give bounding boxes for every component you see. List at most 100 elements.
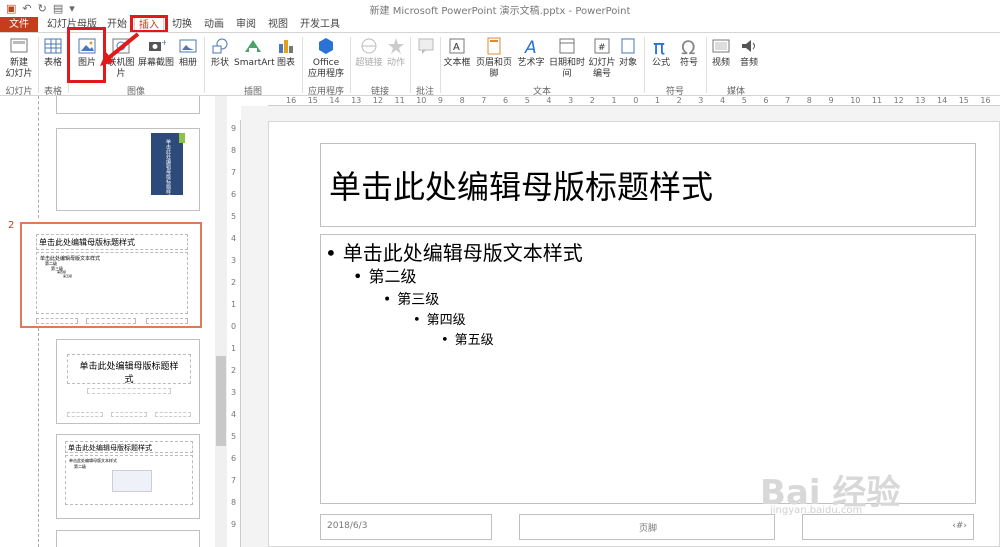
tab-developer[interactable]: 开发工具 [298, 17, 342, 32]
datetime-button[interactable]: 日期和时间 [546, 36, 588, 80]
connector-line [38, 96, 39, 126]
tab-transitions[interactable]: 切换 [168, 17, 196, 32]
ruler-label: 8 [231, 498, 237, 507]
connector-line [38, 328, 39, 547]
photo-album-icon [179, 39, 197, 53]
new-slide-button[interactable]: 新建 幻灯片 [4, 36, 34, 80]
slide-number-button[interactable]: # 幻灯片 编号 [588, 36, 616, 80]
ruler-label: 5 [741, 96, 747, 105]
equation-button[interactable]: π 公式 [648, 36, 674, 69]
smartart-button[interactable]: SmartArt [234, 36, 275, 69]
shapes-button[interactable]: 形状 [208, 36, 232, 69]
textbox-icon: A [449, 38, 465, 54]
ruler-label: 6 [231, 454, 237, 463]
ruler-label: 2 [676, 96, 682, 105]
ruler-label: 15 [958, 96, 969, 105]
symbol-icon: Ω [681, 37, 696, 56]
ruler-label: 13 [915, 96, 926, 105]
ruler-label: 7 [231, 476, 237, 485]
title-placeholder[interactable]: 单击此处编辑母版标题样式 [320, 143, 976, 227]
vertical-ruler: 9 8 7 6 5 4 3 2 1 0 1 2 3 4 5 6 7 8 9 [231, 120, 241, 547]
ruler-label: 4 [720, 96, 726, 105]
tab-view[interactable]: 视图 [264, 17, 292, 32]
action-button[interactable]: 动作 [384, 36, 408, 69]
comment-button[interactable] [414, 36, 438, 58]
ruler-label: 6 [763, 96, 769, 105]
audio-icon [742, 40, 755, 52]
header-footer-icon [487, 37, 501, 55]
shapes-icon [212, 38, 228, 54]
wordart-button[interactable]: A 艺术字 [516, 36, 546, 69]
tab-animations[interactable]: 动画 [200, 17, 228, 32]
ruler-label: 12 [893, 96, 904, 105]
thumbnail-picture-placeholder [112, 470, 152, 492]
ruler-label: 9 [828, 96, 834, 105]
audio-button[interactable]: 音频 [736, 36, 762, 69]
footer-placeholder[interactable]: 页脚 [519, 514, 775, 540]
ruler-label: 14 [329, 96, 340, 105]
scrollbar-thumb[interactable] [216, 356, 226, 446]
chart-button[interactable]: 图表 [274, 36, 298, 69]
textbox-button[interactable]: A 文本框 [442, 36, 472, 69]
thumbnail-1[interactable]: 单击此处编辑母版标题样式 [56, 128, 200, 211]
body-placeholder[interactable]: 单击此处编辑母版文本样式 第二级 第三级 第四级 第五级 [320, 234, 976, 504]
object-icon [621, 38, 635, 54]
thumbnail-2[interactable]: 单击此处编辑母版标题样式 单击此处编辑母版文本样式 第二级 第三级 第四级 第五… [20, 222, 202, 328]
wordart-icon: A [524, 38, 537, 56]
thumbnail-vertical-title: 单击此处编辑母版标题样式 [165, 139, 171, 199]
slide-footer: 页脚 [638, 524, 657, 534]
ruler-label: 7 [785, 96, 791, 105]
ruler-label: 1 [654, 96, 660, 105]
slide-number-placeholder[interactable]: ‹#› [802, 514, 974, 540]
ruler-label: 2 [231, 366, 237, 375]
ruler-label: 8 [231, 146, 237, 155]
date-placeholder[interactable]: 2018/6/3 [320, 514, 492, 540]
thumbnail-body-box: 单击此处编辑母版文本样式 第二级 第三级 第四级 第五级 [36, 252, 188, 314]
connector-line [38, 128, 39, 218]
ruler-label: 12 [372, 96, 383, 105]
ruler-label: 6 [503, 96, 509, 105]
ruler-label: 2 [231, 278, 237, 287]
thumbnail-5[interactable] [56, 530, 200, 547]
svg-text:+: + [161, 38, 166, 47]
thumbnail-scrollbar[interactable] [215, 96, 227, 547]
body-level-4: 第四级 [413, 309, 466, 328]
ruler-label: 4 [546, 96, 552, 105]
ruler-label: 6 [231, 190, 237, 199]
screenshot-button[interactable]: + 屏幕截图 [138, 36, 174, 69]
svg-text:π: π [653, 36, 665, 56]
slide-date: 2018/6/3 [327, 521, 368, 531]
thumbnail-3[interactable]: 单击此处编辑母版标题样 式 [56, 339, 200, 424]
ruler-label: 9 [231, 124, 237, 133]
hyperlink-button[interactable]: 超链接 [354, 36, 384, 69]
video-button[interactable]: 视频 [708, 36, 734, 69]
tab-review[interactable]: 审阅 [232, 17, 260, 32]
symbol-button[interactable]: Ω 符号 [676, 36, 702, 69]
tab-file[interactable]: 文件 [0, 17, 38, 32]
new-slide-icon [10, 38, 28, 53]
table-button[interactable]: 表格 [40, 36, 66, 69]
thumbnail-0[interactable] [56, 96, 200, 114]
ruler-label: 15 [307, 96, 318, 105]
slide-title: 单击此处编辑母版标题样式 [329, 168, 714, 206]
ruler-label: 7 [481, 96, 487, 105]
svg-text:A: A [524, 38, 537, 56]
office-apps-button[interactable]: Office 应用程序 [304, 36, 348, 80]
object-button[interactable]: 对象 [616, 36, 640, 69]
ruler-label: 11 [394, 96, 405, 105]
smartart-icon [245, 40, 261, 52]
ruler-label: 9 [437, 96, 443, 105]
ruler-label: 5 [231, 212, 237, 221]
comment-icon [418, 38, 434, 54]
header-footer-button[interactable]: 页眉和页脚 [472, 36, 516, 80]
action-icon [388, 38, 404, 54]
ruler-label: 8 [459, 96, 465, 105]
powerpoint-window: ▣ ↶ ↻ ▤ ▾ 新建 Microsoft PowerPoint 演示文稿.p… [0, 0, 1000, 547]
photo-album-button[interactable]: 相册 [176, 36, 200, 69]
thumbnail-4[interactable]: 单击此处编辑母版标题样式 单击此处编辑母版文本样式 第二级 [56, 434, 200, 519]
horizontal-ruler: 16 15 14 13 12 11 10 9 8 7 6 5 4 3 2 1 0 1 2 3 4 5 6 7 8 9 10 11 12 1… [268, 96, 1000, 106]
ruler-label: 0 [633, 96, 639, 105]
ruler-label: 1 [231, 300, 237, 309]
thumbnail-green-tab [179, 133, 185, 143]
ruler-label: 9 [231, 520, 237, 529]
